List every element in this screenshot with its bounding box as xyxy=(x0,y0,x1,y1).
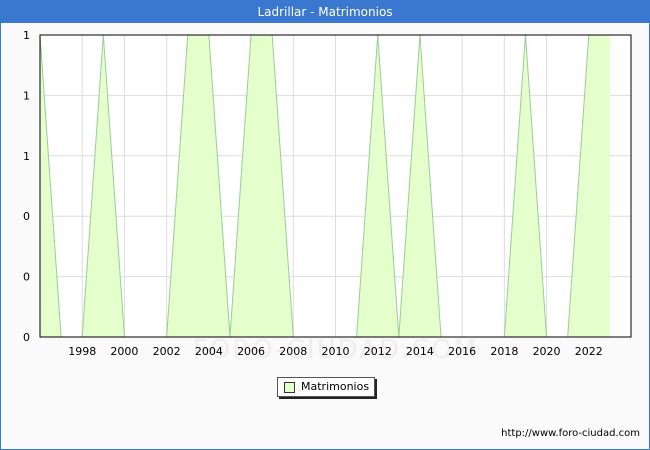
x-tick-label: 2014 xyxy=(406,345,434,358)
y-tick-label: 0 xyxy=(23,210,30,223)
y-tick-label: 0 xyxy=(23,271,30,284)
x-tick-label: 2006 xyxy=(237,345,265,358)
x-tick-label: 2016 xyxy=(448,345,476,358)
x-tick-label: 2018 xyxy=(490,345,518,358)
x-tick-label: 2022 xyxy=(575,345,603,358)
x-tick-label: 2004 xyxy=(195,345,223,358)
x-tick-label: 1998 xyxy=(68,345,96,358)
y-tick-label: 1 xyxy=(23,150,30,163)
legend-swatch xyxy=(284,382,295,393)
x-tick-label: 2012 xyxy=(364,345,392,358)
legend-label: Matrimonios xyxy=(301,380,370,393)
y-tick-label: 0 xyxy=(23,331,30,344)
x-tick-label: 2010 xyxy=(322,345,350,358)
source-url: http://www.foro-ciudad.com xyxy=(501,428,640,439)
x-tick-label: 2008 xyxy=(279,345,307,358)
legend: Matrimonios xyxy=(277,377,375,397)
x-tick-label: 2002 xyxy=(153,345,181,358)
x-tick-label: 2000 xyxy=(110,345,138,358)
y-tick-label: 1 xyxy=(23,29,30,42)
y-tick-label: 1 xyxy=(23,89,30,102)
x-tick-label: 2020 xyxy=(533,345,561,358)
